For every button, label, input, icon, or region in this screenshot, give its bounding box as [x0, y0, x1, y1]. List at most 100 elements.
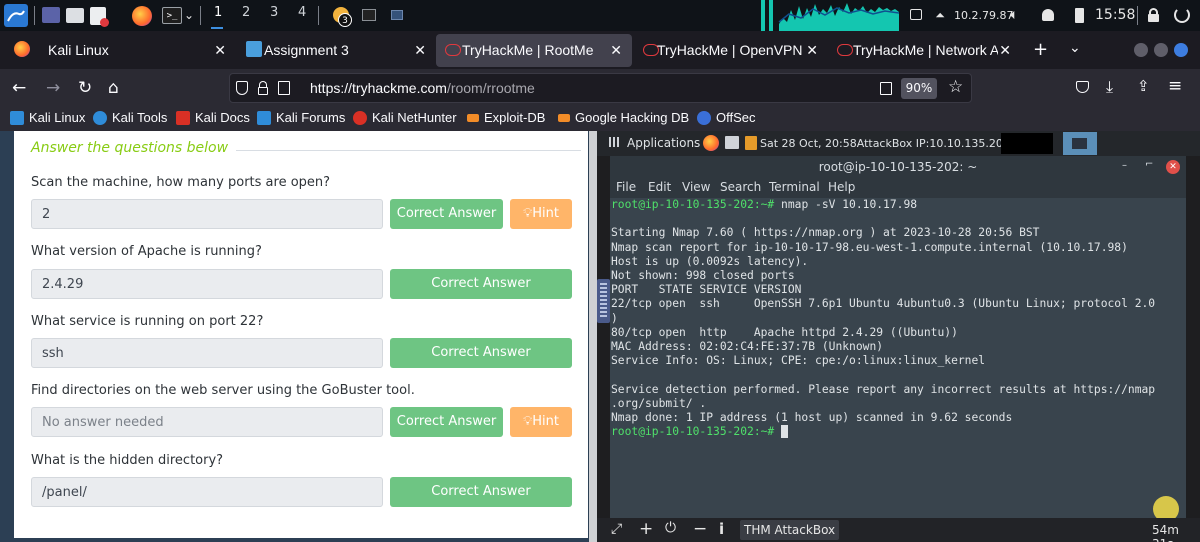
hint-button[interactable]: 💡︎Hint: [510, 407, 572, 437]
power-icon[interactable]: ⏻: [665, 520, 676, 536]
terminal-window[interactable]: root@ip-10-10-135-202: ~ – ⌐ ✕ File Edit…: [610, 156, 1186, 542]
fullscreen-icon[interactable]: ⤢: [611, 521, 622, 537]
pocket-icon[interactable]: [1076, 81, 1089, 93]
close-icon[interactable]: ✕: [414, 42, 426, 59]
close-icon[interactable]: ✕: [999, 42, 1011, 59]
zoom-level-button[interactable]: 90%: [901, 78, 937, 99]
question-text: What version of Apache is running?: [31, 244, 262, 259]
minus-icon[interactable]: −: [693, 519, 707, 539]
text-editor-icon[interactable]: [90, 7, 109, 27]
tab-tryhackme-openvpn[interactable]: TryHackMe | OpenVPN ✕: [632, 31, 828, 69]
maximize-button[interactable]: [1154, 43, 1168, 57]
bookmark-exploit-db[interactable]: Exploit-DB: [467, 110, 545, 125]
add-icon[interactable]: +: [639, 519, 653, 539]
terminal-output[interactable]: root@ip-10-10-135-202:~# nmap -sV 10.10.…: [610, 198, 1186, 542]
tab-kali-linux[interactable]: Kali Linux ✕: [0, 31, 236, 69]
terminal-window-icon[interactable]: [362, 9, 376, 21]
terminal-close-icon[interactable]: ✕: [1166, 160, 1180, 174]
bookmark-offsec[interactable]: OffSec: [697, 110, 756, 125]
correct-answer-button[interactable]: Correct Answer: [390, 269, 572, 299]
applications-menu[interactable]: Applications: [627, 136, 700, 150]
correct-answer-button[interactable]: Correct Answer: [390, 477, 572, 507]
menu-search[interactable]: Search: [720, 180, 761, 194]
panel-window-button[interactable]: [1001, 133, 1053, 154]
answer-field[interactable]: ssh: [31, 338, 383, 368]
terminal-taskbar-icon[interactable]: >_: [162, 7, 182, 24]
terminal-minimize-icon[interactable]: –: [1122, 160, 1127, 171]
answer-field[interactable]: 2.4.29: [31, 269, 383, 299]
tab-list-button[interactable]: ⌄: [1069, 40, 1081, 56]
lock-icon[interactable]: [258, 81, 268, 95]
menu-edit[interactable]: Edit: [648, 180, 671, 194]
minimize-button[interactable]: [1134, 43, 1148, 57]
answer-field[interactable]: /panel/: [31, 477, 383, 507]
menu-help[interactable]: Help: [828, 180, 855, 194]
terminal-maximize-icon[interactable]: ⌐: [1145, 159, 1153, 170]
hint-button[interactable]: 💡︎Hint: [510, 199, 572, 229]
forward-icon[interactable]: →: [46, 78, 60, 98]
network-lock-icon[interactable]: ⏶: [935, 8, 945, 22]
app-launcher-icon[interactable]: [745, 136, 757, 150]
close-icon[interactable]: ✕: [610, 42, 622, 59]
menu-file[interactable]: File: [616, 180, 636, 194]
close-icon[interactable]: ✕: [214, 42, 226, 59]
close-window-button[interactable]: [1174, 43, 1188, 57]
tab-assignment-3[interactable]: Assignment 3 ✕: [236, 31, 436, 69]
new-tab-button[interactable]: +: [1033, 39, 1048, 60]
bookmark-kali-tools[interactable]: Kali Tools: [93, 110, 167, 125]
bookmark-kali-nethunter[interactable]: Kali NetHunter: [353, 110, 457, 125]
url-bar[interactable]: https://tryhackme.com/room/rrootme 90% ☆: [229, 73, 972, 103]
reader-view-icon[interactable]: [880, 82, 892, 95]
shield-icon[interactable]: [236, 81, 248, 95]
kali-menu-icon[interactable]: [4, 4, 28, 27]
answer-field[interactable]: No answer needed: [31, 407, 383, 437]
tab-tryhackme-network[interactable]: TryHackMe | Network Acc ✕: [828, 31, 1023, 69]
bookmark-google-hacking-db[interactable]: Google Hacking DB: [558, 110, 689, 125]
tab-tryhackme-rootme[interactable]: TryHackMe | RootMe ✕: [436, 34, 632, 67]
desktop-icon[interactable]: [42, 7, 60, 23]
answer-field[interactable]: 2: [31, 199, 383, 229]
bookmark-kali-docs[interactable]: Kali Docs: [176, 110, 250, 125]
terminal-icon[interactable]: [725, 136, 739, 149]
correct-answer-button[interactable]: Correct Answer: [390, 199, 503, 229]
menu-terminal[interactable]: Terminal: [769, 180, 820, 194]
display-icon[interactable]: [910, 9, 922, 20]
menu-view[interactable]: View: [682, 180, 710, 194]
power-icon[interactable]: [1174, 7, 1190, 23]
chevron-down-icon[interactable]: ⌄: [184, 8, 194, 22]
bell-icon[interactable]: [1042, 9, 1054, 21]
terminal-window-icon[interactable]: [1063, 132, 1097, 155]
workspace-2[interactable]: 2: [242, 5, 250, 20]
firefox-icon[interactable]: [703, 135, 719, 151]
workspace-4[interactable]: 4: [298, 5, 306, 20]
url-text[interactable]: https://tryhackme.com/room/rrootme: [310, 80, 535, 96]
correct-answer-button[interactable]: Correct Answer: [390, 407, 503, 437]
thm-attackbox-tab[interactable]: THM AttackBox: [740, 520, 840, 540]
tryhackme-window-icon[interactable]: 3: [330, 4, 352, 27]
attackbox-side-handle[interactable]: [597, 279, 610, 323]
bookmark-star-icon[interactable]: ☆: [948, 77, 963, 97]
workspace-3[interactable]: 3: [270, 5, 278, 20]
close-icon[interactable]: ✕: [806, 42, 818, 59]
downloads-icon[interactable]: ⤓: [1106, 77, 1113, 97]
info-icon[interactable]: i: [719, 520, 724, 538]
workspace-1[interactable]: 1: [214, 5, 222, 20]
reload-icon[interactable]: ↻: [78, 78, 92, 98]
bookmark-kali-forums[interactable]: Kali Forums: [257, 110, 345, 125]
page-scrollbar[interactable]: [589, 131, 597, 542]
volume-icon[interactable]: 🔈︎: [1010, 7, 1018, 23]
menu-icon[interactable]: ≡: [1168, 76, 1182, 96]
lock-screen-icon[interactable]: [1148, 8, 1159, 22]
extensions-icon[interactable]: ⇪: [1137, 77, 1150, 95]
home-icon[interactable]: ⌂: [108, 78, 119, 98]
applications-grid-icon[interactable]: [609, 137, 619, 147]
bookmark-kali-linux[interactable]: Kali Linux: [10, 110, 85, 125]
firefox-taskbar-icon[interactable]: [132, 6, 152, 26]
tryhackme-icon: [837, 44, 853, 56]
back-icon[interactable]: ←: [12, 78, 26, 98]
correct-answer-button[interactable]: Correct Answer: [390, 338, 572, 368]
files-icon[interactable]: [66, 8, 84, 23]
page-permissions-icon[interactable]: [278, 81, 290, 95]
battery-icon[interactable]: [1075, 8, 1084, 23]
app-window-icon[interactable]: [391, 10, 403, 20]
